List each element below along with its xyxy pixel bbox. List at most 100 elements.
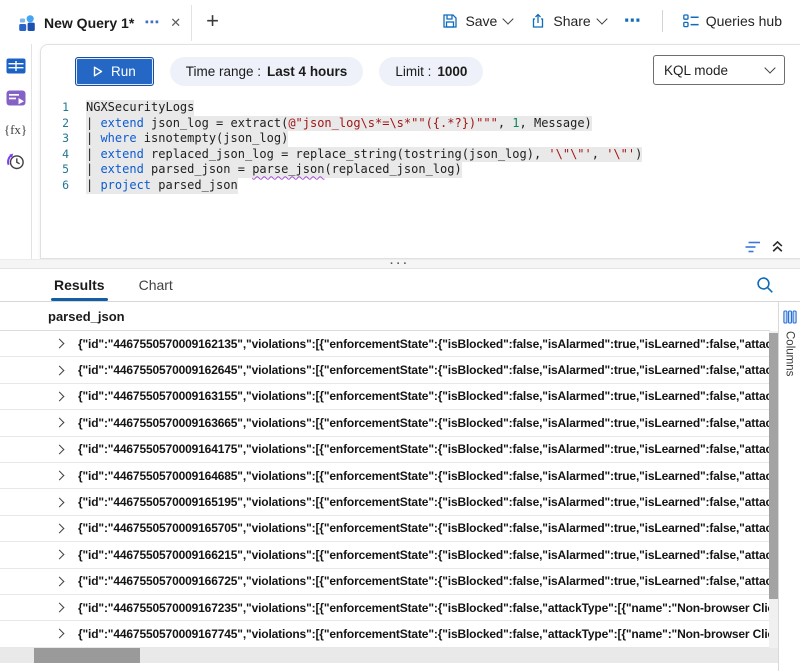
table-row[interactable]: {"id":"4467550570009166215","violations"… [0, 542, 770, 568]
code-token: replaced_json_log = replace_string(tostr… [144, 147, 549, 161]
tab-close-icon[interactable]: ✕ [170, 15, 181, 31]
code-token: parsed_json = [144, 162, 252, 176]
search-results-button[interactable] [756, 276, 774, 299]
expand-chevron-icon[interactable] [55, 365, 65, 375]
table-row[interactable]: {"id":"4467550570009167235","violations"… [0, 595, 770, 621]
code-text[interactable]: | extend json_log = extract(@"json_log\s… [86, 116, 592, 132]
code-token: json_log = extract( [144, 116, 289, 130]
expand-chevron-icon[interactable] [55, 392, 65, 402]
chevron-down-icon [764, 62, 775, 73]
row-json-text: {"id":"4467550570009162645","violations"… [78, 363, 770, 377]
tab-bar: New Query 1* ⋯ ✕ + Save Share ⋯ [0, 0, 800, 42]
code-text[interactable]: | extend parsed_json = parse_json(replac… [86, 162, 462, 178]
history-icon[interactable] [6, 152, 26, 172]
code-line[interactable]: 6 | project parsed_json [41, 178, 800, 194]
expand-chevron-icon[interactable] [55, 444, 65, 454]
editor-corner-tools [745, 240, 784, 253]
tables-icon[interactable] [6, 56, 26, 76]
code-token: , [498, 116, 512, 130]
kql-mode-select[interactable]: KQL mode [653, 55, 785, 85]
vertical-scrollbar-thumb[interactable] [769, 333, 778, 599]
expand-chevron-icon[interactable] [55, 523, 65, 533]
table-row[interactable]: {"id":"4467550570009164685","violations"… [0, 463, 770, 489]
columns-icon [783, 310, 797, 324]
code-line[interactable]: 4 | extend replaced_json_log = replace_st… [41, 147, 800, 163]
code-text[interactable]: | where isnotempty(json_log) [86, 131, 288, 147]
code-token: | [86, 178, 100, 192]
share-button[interactable]: Share [526, 9, 609, 33]
table-row[interactable]: {"id":"4467550570009165195","violations"… [0, 489, 770, 515]
saved-queries-icon[interactable] [6, 88, 26, 108]
time-range-picker[interactable]: Time range : Last 4 hours [170, 57, 364, 86]
table-row[interactable]: {"id":"4467550570009166725","violations"… [0, 569, 770, 595]
expand-chevron-icon[interactable] [55, 471, 65, 481]
time-range-value: Last 4 hours [267, 64, 347, 79]
share-icon [530, 13, 546, 29]
expand-chevron-icon[interactable] [55, 497, 65, 507]
code-token: where [100, 131, 136, 145]
vertical-scrollbar[interactable] [769, 331, 778, 648]
code-text[interactable]: | project parsed_json [86, 178, 238, 194]
collapse-panel-icon[interactable] [771, 240, 784, 253]
new-tab-button[interactable]: + [206, 11, 219, 31]
code-line[interactable]: 2 | extend json_log = extract(@"json_log\… [41, 116, 800, 132]
save-button[interactable]: Save [438, 9, 516, 33]
table-row[interactable]: {"id":"4467550570009163155","violations"… [0, 384, 770, 410]
line-number: 4 [41, 147, 69, 163]
results-grid: {"id":"4467550570009162135","violations"… [0, 331, 770, 648]
line-number: 6 [41, 178, 69, 194]
columns-side-panel[interactable]: Columns [778, 302, 800, 671]
code-token: , Message) [520, 116, 592, 130]
code-editor[interactable]: 1NGXSecurityLogs2 | extend json_log = ext… [41, 100, 800, 194]
table-row[interactable]: {"id":"4467550570009162135","violations"… [0, 331, 770, 357]
tab-results[interactable]: Results [54, 269, 105, 301]
row-json-text: {"id":"4467550570009163665","violations"… [78, 416, 770, 430]
line-number: 2 [41, 116, 69, 132]
expand-chevron-icon[interactable] [55, 629, 65, 639]
format-lines-icon[interactable] [745, 241, 761, 253]
code-token: ) [635, 147, 642, 161]
code-token: | [86, 147, 100, 161]
expand-chevron-icon[interactable] [55, 418, 65, 428]
expand-chevron-icon[interactable] [55, 550, 65, 560]
columns-panel-label[interactable]: Columns [784, 331, 796, 376]
expand-chevron-icon[interactable] [55, 603, 65, 613]
time-range-label: Time range : [186, 64, 261, 79]
code-token: extend [100, 162, 143, 176]
tab-chart[interactable]: Chart [139, 269, 173, 301]
code-line[interactable]: 1NGXSecurityLogs [41, 100, 800, 116]
code-token: | [86, 116, 100, 130]
queries-hub-button[interactable]: Queries hub [679, 9, 786, 33]
table-row[interactable]: {"id":"4467550570009162645","violations"… [0, 357, 770, 383]
grid-column-header[interactable]: parsed_json [0, 302, 770, 331]
code-line[interactable]: 3| where isnotempty(json_log) [41, 131, 800, 147]
run-button[interactable]: Run [75, 57, 154, 86]
run-label: Run [111, 64, 136, 79]
table-row[interactable]: {"id":"4467550570009164175","violations"… [0, 437, 770, 463]
limit-picker[interactable]: Limit : 1000 [379, 57, 483, 86]
drag-handle-icon[interactable]: ··· [390, 262, 410, 266]
table-row[interactable]: {"id":"4467550570009163665","violations"… [0, 410, 770, 436]
code-line[interactable]: 5| extend parsed_json = parse_json(repla… [41, 162, 800, 178]
expand-chevron-icon[interactable] [55, 576, 65, 586]
table-row[interactable]: {"id":"4467550570009167745","violations"… [0, 621, 770, 647]
code-token: '\"\"' [548, 147, 591, 161]
column-header-label: parsed_json [48, 309, 125, 324]
code-token: , [592, 147, 606, 161]
code-text[interactable]: | extend replaced_json_log = replace_str… [86, 147, 642, 163]
row-json-text: {"id":"4467550570009166725","violations"… [78, 574, 770, 588]
query-tab[interactable]: New Query 1* ⋯ ✕ [8, 5, 192, 41]
left-sidebar: {fx} [0, 44, 32, 259]
panel-splitter[interactable]: ··· [0, 259, 800, 269]
horizontal-scrollbar[interactable] [0, 648, 778, 663]
tab-more-icon[interactable]: ⋯ [144, 18, 160, 28]
more-commands-icon[interactable]: ⋯ [620, 17, 646, 25]
expand-chevron-icon[interactable] [55, 339, 65, 349]
table-row[interactable]: {"id":"4467550570009165705","violations"… [0, 516, 770, 542]
row-json-text: {"id":"4467550570009166215","violations"… [78, 548, 770, 562]
code-text[interactable]: NGXSecurityLogs [86, 100, 194, 116]
code-token: | [86, 162, 100, 176]
query-editor-card: Run Time range : Last 4 hours Limit : 10… [40, 44, 800, 259]
functions-icon[interactable]: {fx} [6, 120, 26, 140]
horizontal-scrollbar-thumb[interactable] [34, 648, 140, 663]
